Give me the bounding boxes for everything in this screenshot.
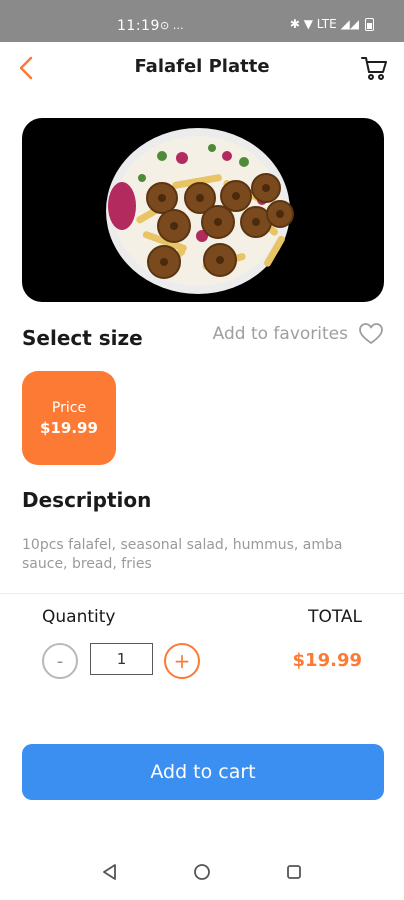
decrease-quantity-button[interactable]: - (42, 643, 78, 679)
square-recents-icon (287, 865, 301, 879)
add-to-favorites-button[interactable]: Add to favorites (213, 322, 384, 346)
description-text: 10pcs falafel, seasonal salad, hummus, a… (22, 537, 343, 572)
quantity-input[interactable] (90, 643, 153, 675)
page-title: Falafel Platte (134, 56, 270, 77)
battery-icon (365, 17, 374, 31)
total-label: TOTAL (308, 607, 362, 627)
nav-back-button[interactable] (98, 860, 122, 884)
add-to-cart-button[interactable]: Add to cart (22, 744, 384, 800)
minus-icon: - (56, 650, 64, 672)
select-size-heading: Select size (22, 326, 143, 350)
triangle-back-icon (103, 864, 116, 880)
increase-quantity-button[interactable]: + (164, 643, 200, 679)
heart-icon (359, 323, 383, 344)
favorites-label: Add to favorites (212, 324, 348, 344)
quantity-label: Quantity (42, 607, 116, 627)
status-time: 11:19 (117, 18, 160, 34)
app-header: Falafel Platte (0, 42, 404, 98)
cart-button[interactable] (358, 52, 390, 84)
cart-icon (361, 57, 387, 80)
status-system-icons-text: ✱ ▼ LTE ◢◢ (289, 17, 359, 31)
status-notification-icons: ⊙ … (160, 19, 184, 32)
falafel-plate-illustration (106, 128, 294, 294)
divider (0, 593, 404, 594)
total-price: $19.99 (292, 650, 362, 671)
circle-home-icon (194, 864, 210, 880)
nav-home-button[interactable] (190, 860, 214, 884)
size-option-price: $19.99 (40, 419, 98, 437)
size-option-label: Price (51, 400, 87, 416)
description-heading: Description (22, 488, 152, 512)
status-bar: 11:19 ⊙ … ✱ ▼ LTE ◢◢ (0, 0, 404, 42)
product-image (22, 118, 384, 302)
system-navigation-bar (0, 848, 404, 900)
nav-recents-button[interactable] (282, 860, 306, 884)
status-system-icons: ✱ ▼ LTE ◢◢ (290, 17, 374, 31)
plus-icon: + (173, 649, 191, 673)
size-option-card[interactable]: Price $19.99 (22, 371, 116, 465)
